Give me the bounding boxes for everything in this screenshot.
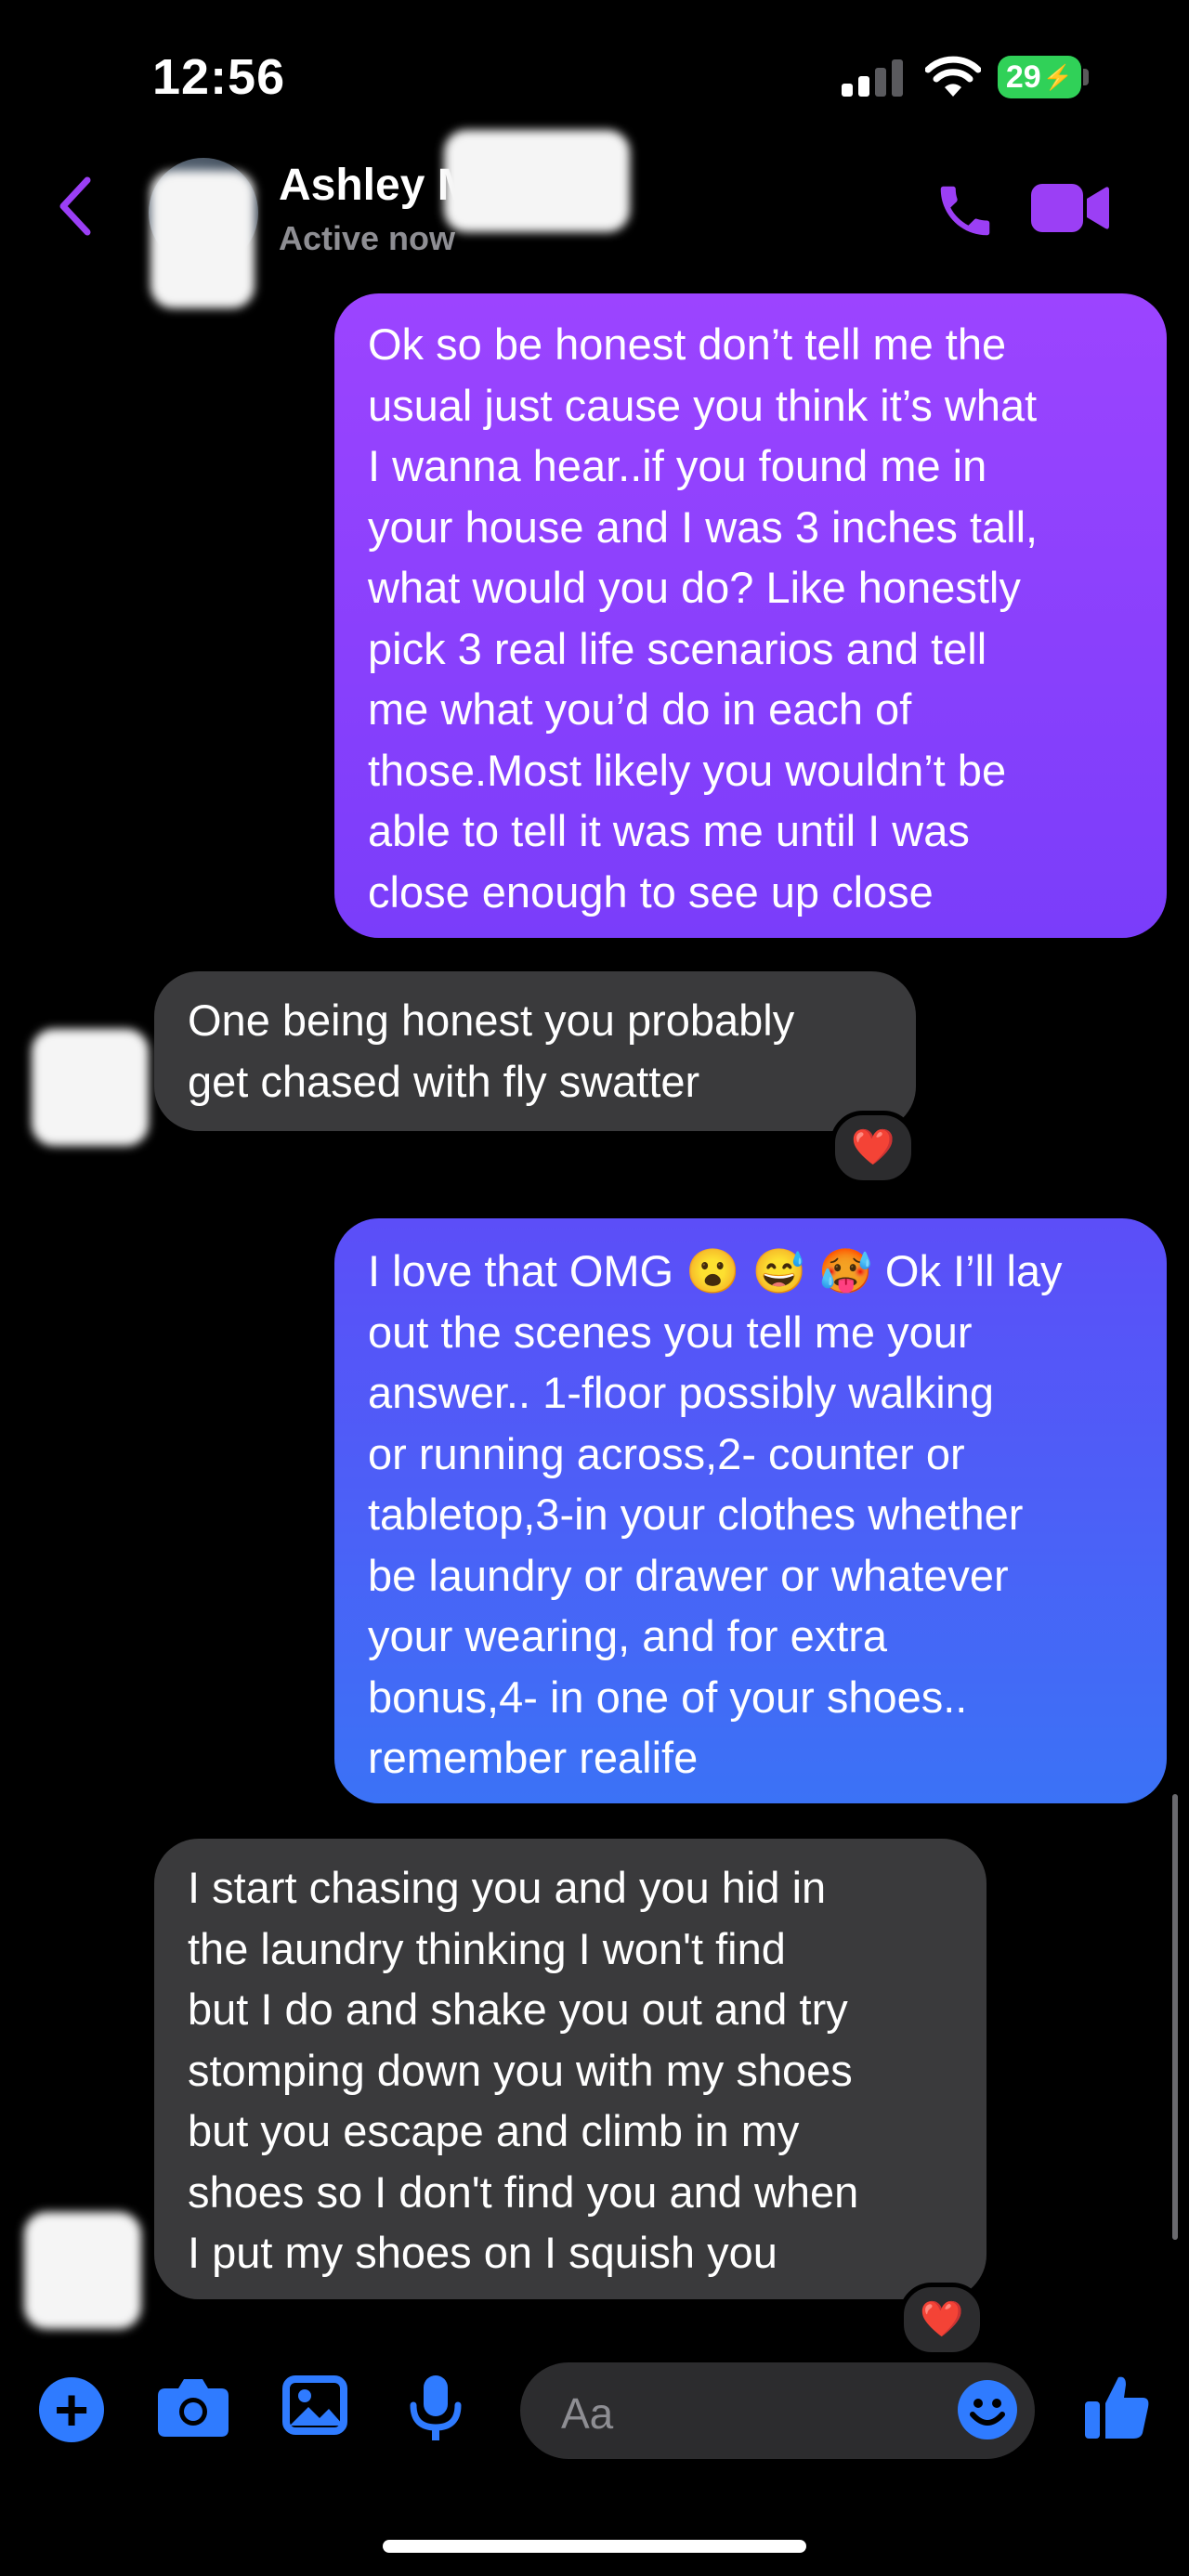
contact-active-status: Active now: [279, 219, 456, 257]
camera-icon[interactable]: [158, 2375, 229, 2437]
emoji-icon[interactable]: [957, 2379, 1018, 2440]
back-chevron-icon[interactable]: [58, 176, 95, 236]
message-input-placeholder[interactable]: Aa: [561, 2388, 613, 2439]
outgoing-message[interactable]: Ok so be honest don’t tell me the usual …: [334, 293, 1167, 938]
cellular-signal-icon: [842, 59, 903, 97]
microphone-icon[interactable]: [409, 2375, 463, 2442]
battery-level: 29: [1005, 59, 1041, 95]
thumbs-up-icon[interactable]: [1085, 2374, 1150, 2440]
outgoing-message[interactable]: I love that OMG 😮 😅 🥵 Ok I’ll lay out th…: [334, 1218, 1167, 1803]
plus-icon[interactable]: +: [39, 2377, 104, 2442]
heart-reaction-icon[interactable]: ❤️: [830, 1111, 916, 1185]
home-indicator[interactable]: [383, 2540, 806, 2553]
battery-indicator: 29 ⚡: [998, 56, 1081, 98]
charging-bolt-icon: ⚡: [1042, 62, 1074, 91]
battery-nub: [1083, 69, 1089, 85]
incoming-message[interactable]: One being honest you probably get chased…: [154, 971, 916, 1131]
redaction-patch-avatar: [150, 171, 255, 308]
phone-icon[interactable]: [933, 178, 998, 243]
status-time: 12:56: [152, 49, 286, 105]
photo-icon[interactable]: [282, 2375, 347, 2435]
sender-avatar[interactable]: [32, 1029, 149, 1146]
scroll-indicator[interactable]: [1172, 1794, 1178, 2240]
redaction-patch-name: [444, 130, 630, 232]
sender-avatar[interactable]: [24, 2212, 141, 2329]
incoming-message[interactable]: I start chasing you and you hid in the l…: [154, 1839, 986, 2299]
wifi-icon: [925, 56, 981, 97]
video-camera-icon[interactable]: [1031, 182, 1109, 234]
heart-reaction-icon[interactable]: ❤️: [899, 2283, 985, 2357]
